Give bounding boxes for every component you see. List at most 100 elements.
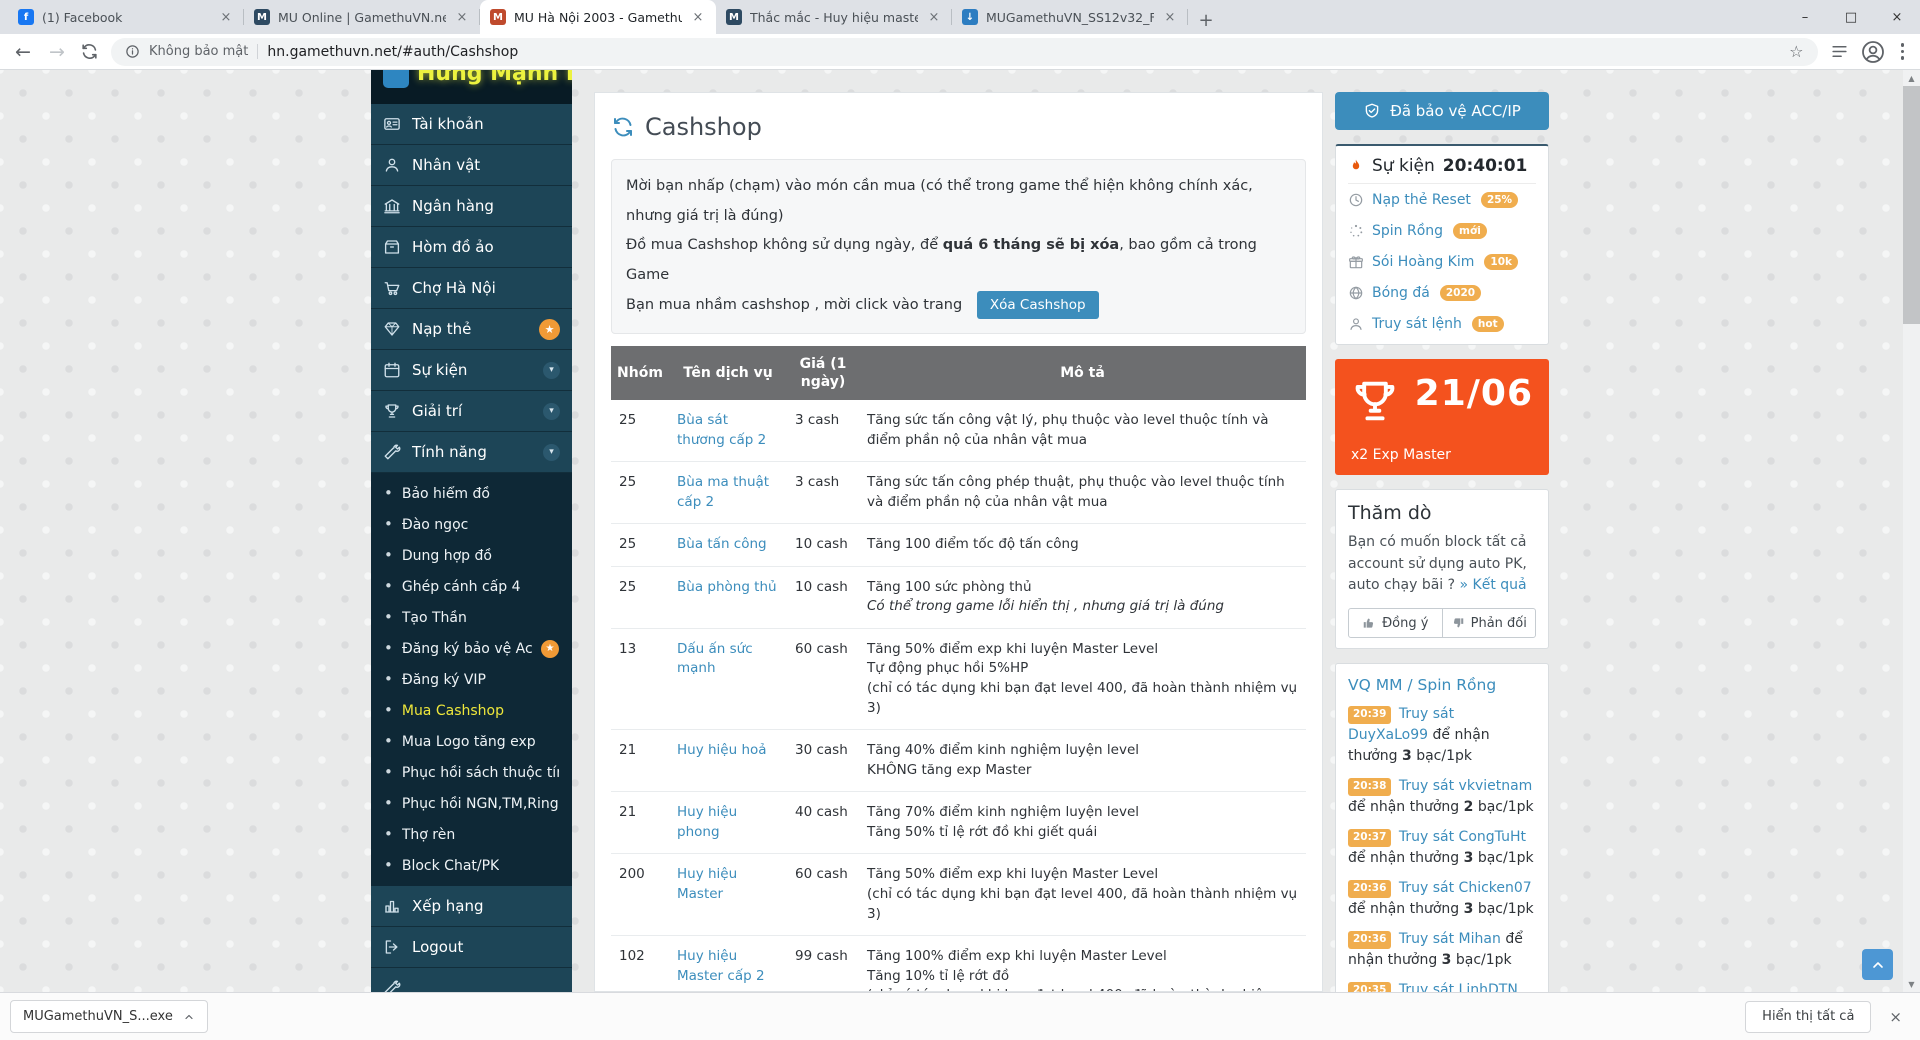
forward-button[interactable]: → bbox=[46, 41, 68, 63]
promo-banner[interactable]: 21/06 x2 Exp Master bbox=[1335, 359, 1549, 475]
reading-list-icon[interactable] bbox=[1830, 42, 1849, 61]
tab-close-icon[interactable]: × bbox=[1162, 10, 1178, 25]
browser-tab[interactable]: f (1) Facebook × bbox=[8, 0, 244, 34]
feed-link[interactable]: Truy sát CongTuHt bbox=[1399, 829, 1526, 845]
event-link[interactable]: Spin Rồng bbox=[1372, 223, 1443, 239]
service-link[interactable]: Huy hiệu Master bbox=[677, 866, 737, 902]
sidebar-item[interactable]: Nhân vật bbox=[371, 145, 572, 186]
sidebar-sub-item[interactable]: • Đăng ký VIP bbox=[371, 664, 572, 695]
window-maximize-button[interactable]: □ bbox=[1828, 0, 1874, 34]
service-link[interactable]: Huy hiệu Master cấp 2 bbox=[677, 948, 765, 984]
browser-tab[interactable]: ↓ MUGamethuVN_SS12v32_Full × bbox=[952, 0, 1188, 34]
browser-tab[interactable]: M Thắc mắc - Huy hiệu master 2 | G × bbox=[716, 0, 952, 34]
refresh-icon[interactable] bbox=[611, 115, 635, 139]
sidebar-item-partial[interactable] bbox=[371, 968, 572, 992]
tab-close-icon[interactable]: × bbox=[454, 10, 470, 25]
service-link[interactable]: Bùa sát thương cấp 2 bbox=[677, 412, 766, 448]
event-item[interactable]: Sói Hoàng Kim 10k bbox=[1348, 246, 1536, 277]
event-link[interactable]: Nạp thẻ Reset bbox=[1372, 192, 1471, 208]
sidebar-item[interactable]: Xếp hạng bbox=[371, 886, 572, 927]
sidebar-sub-item[interactable]: • Block Chat/PK bbox=[371, 850, 572, 881]
chevron-down-icon[interactable]: ▾ bbox=[543, 403, 560, 420]
acc-protect-button[interactable]: Đã bảo vệ ACC/IP bbox=[1335, 92, 1549, 130]
sidebar-sub-item[interactable]: • Thợ rèn bbox=[371, 819, 572, 850]
poll-agree-button[interactable]: Đồng ý bbox=[1348, 608, 1443, 638]
feed-link[interactable]: Truy sát Chicken07 bbox=[1399, 880, 1532, 896]
event-item[interactable]: Truy sát lệnh hot bbox=[1348, 308, 1536, 339]
poll-disagree-button[interactable]: Phản đối bbox=[1442, 608, 1537, 638]
browser-tab[interactable]: M MU Hà Nội 2003 - GamethuVN.n × bbox=[480, 0, 716, 34]
service-link[interactable]: Bùa phòng thủ bbox=[677, 579, 777, 595]
sidebar-item[interactable]: Chợ Hà Nội bbox=[371, 268, 572, 309]
browser-tab[interactable]: M MU Online | GamethuVN.net - Se × bbox=[244, 0, 480, 34]
profile-avatar-icon[interactable] bbox=[1861, 40, 1885, 64]
sidebar-sub-item[interactable]: • Mua Logo tăng exp bbox=[371, 726, 572, 757]
sidebar-sub-item[interactable]: • Mua Cashshop bbox=[371, 695, 572, 726]
event-link[interactable]: Sói Hoàng Kim bbox=[1372, 254, 1474, 270]
window-minimize-button[interactable]: – bbox=[1782, 0, 1828, 34]
event-badge: 10k bbox=[1484, 254, 1518, 270]
window-close-button[interactable]: × bbox=[1874, 0, 1920, 34]
service-name-cell: Huy hiệu phong bbox=[669, 792, 787, 854]
reload-button[interactable] bbox=[80, 42, 99, 61]
sidebar-item[interactable]: Nạp thẻ ★ bbox=[371, 309, 572, 350]
sidebar-sub-item[interactable]: • Dung hợp đồ bbox=[371, 540, 572, 571]
show-all-downloads-button[interactable]: Hiển thị tất cả bbox=[1745, 1001, 1871, 1033]
sidebar-sub-item[interactable]: • Bảo hiểm đồ bbox=[371, 478, 572, 509]
sidebar-sub-item[interactable]: • Phục hồi sách thuộc tính bbox=[371, 757, 572, 788]
poll-result-link[interactable]: » Kết quả bbox=[1460, 577, 1527, 593]
tab-close-icon[interactable]: × bbox=[218, 10, 234, 25]
service-link[interactable]: Bùa ma thuật cấp 2 bbox=[677, 474, 769, 510]
scroll-to-top-button[interactable] bbox=[1862, 949, 1893, 980]
sidebar-item[interactable]: Ngân hàng bbox=[371, 186, 572, 227]
window-controls: – □ × bbox=[1782, 0, 1920, 34]
service-link[interactable]: Huy hiệu hoả bbox=[677, 742, 767, 758]
bookmark-star-icon[interactable]: ☆ bbox=[1789, 42, 1803, 61]
scrollbar-down-arrow[interactable]: ▼ bbox=[1903, 976, 1920, 992]
event-badge: 2020 bbox=[1440, 285, 1481, 301]
back-button[interactable]: ← bbox=[12, 41, 34, 63]
service-link[interactable]: Huy hiệu phong bbox=[677, 804, 737, 840]
service-link[interactable]: Dấu ấn sức mạnh bbox=[677, 641, 753, 677]
scrollbar-thumb[interactable] bbox=[1903, 86, 1920, 324]
address-bar[interactable]: Không bảo mật hn.gamethuvn.net/#auth/Cas… bbox=[111, 38, 1818, 66]
feed-title[interactable]: VQ MM / Spin Rồng bbox=[1348, 676, 1536, 694]
delete-cashshop-button[interactable]: Xóa Cashshop bbox=[977, 291, 1099, 319]
sidebar-item[interactable]: Tính năng ▾ bbox=[371, 432, 572, 473]
sidebar-item[interactable]: Hòm đồ ảo bbox=[371, 227, 572, 268]
table-row: 25 Bùa tấn công 10 cash Tăng 100 điểm tố… bbox=[611, 524, 1306, 567]
event-item[interactable]: Spin Rồng mới bbox=[1348, 215, 1536, 246]
sidebar-sub-item[interactable]: • Đào ngọc bbox=[371, 509, 572, 540]
sidebar-sub-item[interactable]: • Phục hồi NGN,TM,Ring bbox=[371, 788, 572, 819]
event-item[interactable]: Bóng đá 2020 bbox=[1348, 277, 1536, 308]
sidebar-item[interactable]: Giải trí ▾ bbox=[371, 391, 572, 432]
download-bar-close-icon[interactable]: × bbox=[1885, 1004, 1906, 1030]
new-tab-button[interactable]: + bbox=[1192, 6, 1220, 34]
tab-close-icon[interactable]: × bbox=[926, 10, 942, 25]
page-scrollbar[interactable]: ▲ ▼ bbox=[1903, 70, 1920, 992]
sidebar-sub-item[interactable]: • Ghép cánh cấp 4 bbox=[371, 571, 572, 602]
sidebar-sub-item[interactable]: • Tạo Thần bbox=[371, 602, 572, 633]
notice-line-2: Đồ mua Cashshop không sử dụng ngày, để q… bbox=[626, 231, 1291, 290]
feed-link[interactable]: Truy sát Mihan bbox=[1399, 931, 1501, 947]
tab-close-icon[interactable]: × bbox=[690, 10, 706, 25]
site-logo[interactable]: Hưng Mạnh IN bbox=[371, 70, 572, 104]
site-info-icon[interactable] bbox=[125, 44, 140, 59]
browser-menu-icon[interactable] bbox=[1897, 39, 1909, 64]
chevron-down-icon[interactable]: ▾ bbox=[543, 362, 560, 379]
event-item[interactable]: Nạp thẻ Reset 25% bbox=[1348, 184, 1536, 215]
scrollbar-up-arrow[interactable]: ▲ bbox=[1903, 70, 1920, 86]
feed-link[interactable]: Truy sát LinhDTN bbox=[1399, 982, 1518, 992]
download-caret-icon[interactable] bbox=[183, 1011, 195, 1023]
event-link[interactable]: Bóng đá bbox=[1372, 285, 1430, 301]
podium-icon bbox=[383, 897, 401, 915]
sidebar-item[interactable]: Sự kiện ▾ bbox=[371, 350, 572, 391]
chevron-down-icon[interactable]: ▾ bbox=[543, 444, 560, 461]
download-item[interactable]: MUGamethuVN_S...exe bbox=[10, 1000, 208, 1033]
sidebar-sub-item[interactable]: • Đăng ký bảo vệ Acc ★ bbox=[371, 633, 572, 664]
service-link[interactable]: Bùa tấn công bbox=[677, 536, 767, 552]
feed-link[interactable]: Truy sát vkvietnam bbox=[1399, 778, 1532, 794]
sidebar-item[interactable]: Tài khoản bbox=[371, 104, 572, 145]
sidebar-item[interactable]: Logout bbox=[371, 927, 572, 968]
event-link[interactable]: Truy sát lệnh bbox=[1372, 316, 1462, 332]
